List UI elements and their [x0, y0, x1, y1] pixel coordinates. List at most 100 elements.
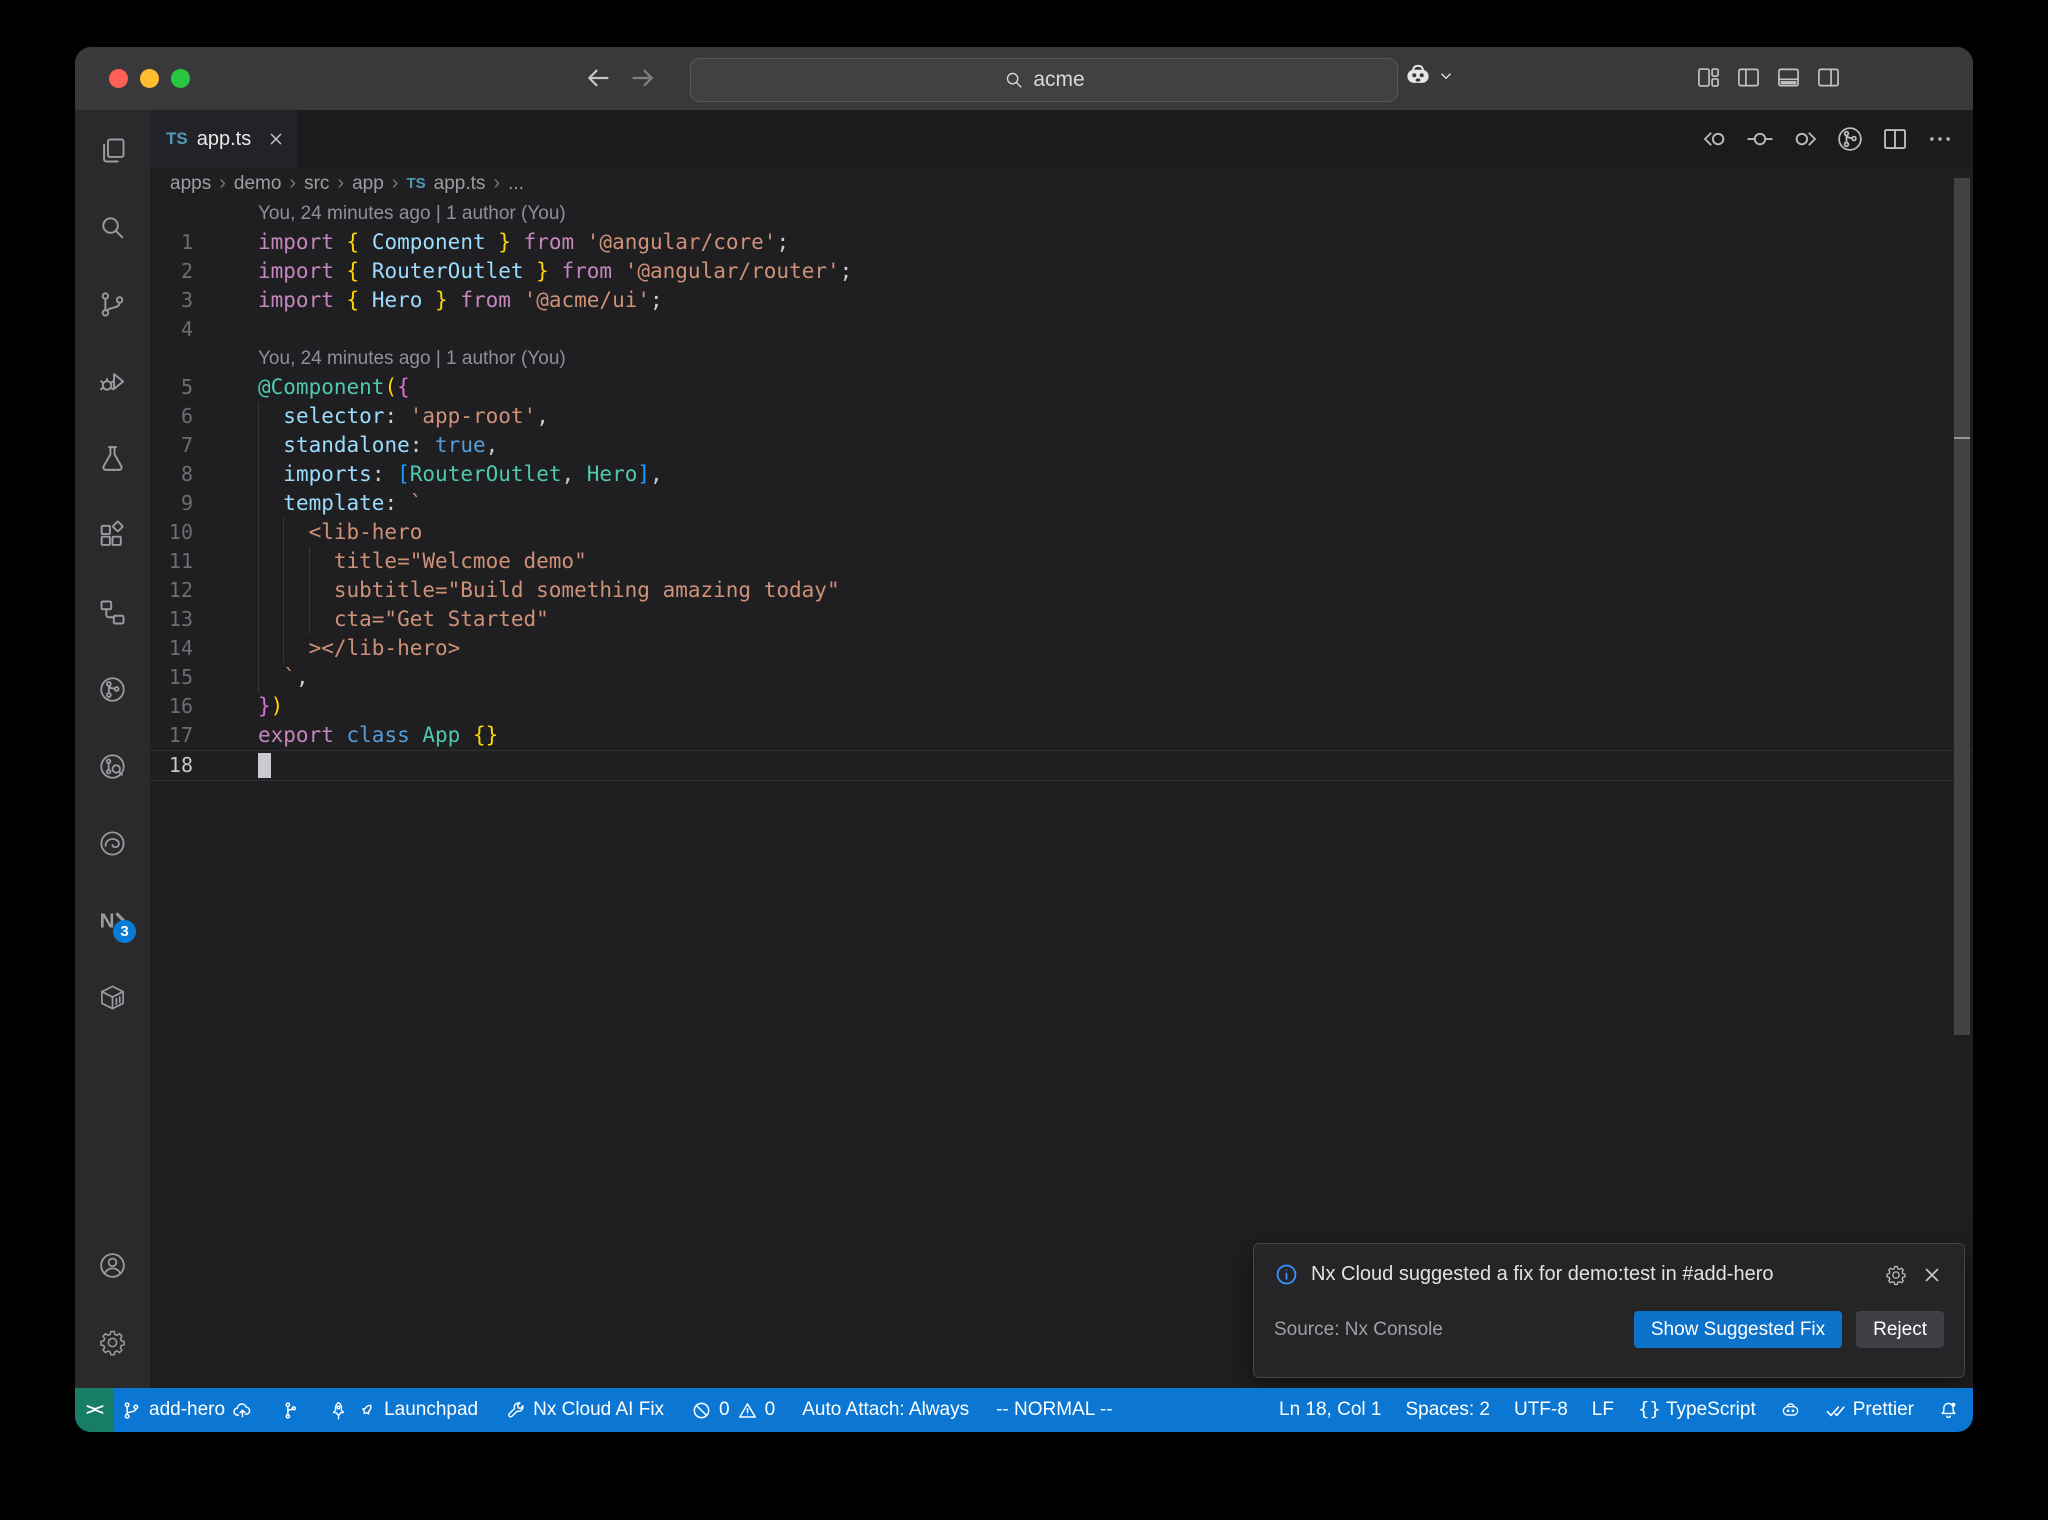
line-number: 2: [180, 259, 193, 283]
line-number: 7: [180, 433, 193, 457]
breadcrumb-item-apps[interactable]: apps: [170, 173, 211, 195]
warning-icon: [737, 1400, 758, 1421]
code-line-14: 14 ></lib-hero>: [150, 634, 1973, 663]
command-center-search[interactable]: acme: [690, 58, 1398, 102]
panel-left-icon[interactable]: [1735, 64, 1762, 91]
copilot-icon: [1403, 61, 1433, 91]
layout-customize-icon[interactable]: [1695, 64, 1722, 91]
open-changes-icon[interactable]: [1745, 124, 1775, 154]
sidebar-item-commit-graph-search[interactable]: [97, 751, 128, 782]
status-item-git-branch[interactable]: add-hero: [121, 1399, 253, 1421]
code-text: import { Component } from '@angular/core…: [258, 230, 790, 254]
breadcrumb-overflow[interactable]: ...: [508, 173, 524, 195]
status-item-commit-graph-status[interactable]: [280, 1400, 301, 1421]
show-suggested-fix-button[interactable]: Show Suggested Fix: [1633, 1311, 1843, 1348]
panel-bottom-icon[interactable]: [1775, 64, 1802, 91]
line-number: 1: [180, 230, 193, 254]
status-item-auto-attach[interactable]: Auto Attach: Always: [802, 1399, 969, 1421]
status-item-encoding[interactable]: UTF-8: [1514, 1399, 1568, 1421]
status-text: Auto Attach: Always: [802, 1399, 970, 1420]
sidebar-item-extensions[interactable]: [97, 520, 128, 551]
manage-settings-icon: [97, 1327, 128, 1358]
notification-settings-gear-icon[interactable]: [1884, 1263, 1908, 1287]
status-text: -- NORMAL --: [996, 1399, 1113, 1420]
status-item-eol[interactable]: LF: [1592, 1399, 1614, 1421]
breadcrumb-item-app[interactable]: app: [352, 173, 384, 195]
status-item-notifications[interactable]: [1938, 1400, 1959, 1421]
status-item-problems[interactable]: 00: [691, 1399, 775, 1421]
code-line-8: 8 imports: [RouterOutlet, Hero],: [150, 460, 1973, 489]
wrench-icon: [505, 1400, 526, 1421]
traffic-lights: [109, 69, 190, 88]
prev-change-icon[interactable]: [1700, 124, 1730, 154]
sidebar-item-search[interactable]: [97, 212, 128, 243]
badge: 3: [113, 920, 136, 943]
blame-annotation: You, 24 minutes ago | 1 author (You): [150, 344, 1973, 373]
tab-app-ts[interactable]: TS app.ts: [150, 110, 298, 168]
more-actions-icon[interactable]: [1925, 124, 1955, 154]
breadcrumb-file[interactable]: app.ts: [434, 173, 486, 195]
explorer-icon: [97, 135, 128, 166]
blame-text: You, 24 minutes ago | 1 author (You): [258, 203, 566, 224]
status-text: UTF-8: [1513, 1399, 1568, 1420]
zoom-window-button[interactable]: [171, 69, 190, 88]
sidebar-item-accounts[interactable]: [97, 1250, 128, 1281]
chevron-right-icon: ›: [337, 172, 345, 194]
scrollbar-thumb[interactable]: [1954, 178, 1970, 1035]
editor[interactable]: You, 24 minutes ago | 1 author (You) 1 imp…: [150, 178, 1973, 1388]
code-line-13: 13 cta="Get Started": [150, 605, 1973, 634]
navigate-forward-icon[interactable]: [628, 63, 658, 93]
status-text: LF: [1591, 1399, 1614, 1420]
status-item-vim-mode[interactable]: -- NORMAL --: [996, 1399, 1112, 1421]
status-item-nx-cloud-ai-fix[interactable]: Nx Cloud AI Fix: [505, 1399, 664, 1421]
sidebar-item-run-and-debug[interactable]: [97, 366, 128, 397]
sidebar-item-project-diagram[interactable]: [97, 597, 128, 628]
sidebar-item-testing[interactable]: [97, 443, 128, 474]
status-item-formatter-prettier[interactable]: Prettier: [1825, 1399, 1914, 1421]
code-line-3: 3 import { Hero } from '@acme/ui';: [150, 286, 1973, 315]
status-text: Spaces: 2: [1405, 1399, 1490, 1420]
breadcrumb-item-src[interactable]: src: [304, 173, 329, 195]
code-text: export class App {}: [258, 723, 499, 747]
sidebar-item-explorer[interactable]: [97, 135, 128, 166]
status-item-indentation[interactable]: Spaces: 2: [1405, 1399, 1490, 1421]
accounts-icon: [97, 1250, 128, 1281]
containers-icon: [97, 982, 128, 1013]
chevron-right-icon: ›: [391, 172, 399, 194]
close-tab-icon[interactable]: [266, 129, 286, 149]
line-number: 16: [168, 694, 193, 718]
panel-right-icon[interactable]: [1815, 64, 1842, 91]
status-item-launchpad[interactable]: Launchpad: [328, 1399, 478, 1421]
remote-indicator[interactable]: ><: [75, 1388, 113, 1432]
extensions-icon: [97, 520, 128, 551]
sidebar-item-manage-settings[interactable]: [97, 1327, 128, 1358]
reject-button[interactable]: Reject: [1856, 1311, 1944, 1348]
code-line-16: 16}): [150, 692, 1973, 721]
navigate-back-icon[interactable]: [583, 63, 613, 93]
code-line-17: 17 export class App {}: [150, 721, 1973, 750]
minimize-window-button[interactable]: [140, 69, 159, 88]
close-window-button[interactable]: [109, 69, 128, 88]
code-text: import { RouterOutlet } from '@angular/r…: [258, 259, 853, 283]
breadcrumb-item-demo[interactable]: demo: [234, 173, 282, 195]
code-text: title="Welcmoe demo": [258, 549, 587, 573]
sidebar-item-containers[interactable]: [97, 982, 128, 1013]
status-item-language-mode[interactable]: {} TypeScript: [1638, 1399, 1756, 1421]
copilot-menu-button[interactable]: [1403, 61, 1455, 91]
commit-graph-circle-icon[interactable]: [1835, 124, 1865, 154]
tab-label: app.ts: [196, 127, 252, 150]
status-text: Nx Cloud AI Fix: [533, 1399, 665, 1420]
notification-close-icon[interactable]: [1920, 1263, 1944, 1287]
sidebar-item-source-control[interactable]: [97, 289, 128, 320]
status-item-cursor-position[interactable]: Ln 18, Col 1: [1279, 1399, 1381, 1421]
next-change-icon[interactable]: [1790, 124, 1820, 154]
status-item-copilot-status[interactable]: [1780, 1400, 1801, 1421]
sidebar-item-nx-console[interactable]: N3: [97, 905, 136, 943]
sidebar-item-commit-graph[interactable]: [97, 674, 128, 705]
cloud-upload-icon: [232, 1400, 253, 1421]
code-line-7: 7 standalone: true,: [150, 431, 1973, 460]
sidebar-item-edge-browser[interactable]: [97, 828, 128, 859]
search-value: acme: [1033, 68, 1085, 91]
status-text: TypeScript: [1665, 1399, 1756, 1420]
split-editor-icon[interactable]: [1880, 124, 1910, 154]
